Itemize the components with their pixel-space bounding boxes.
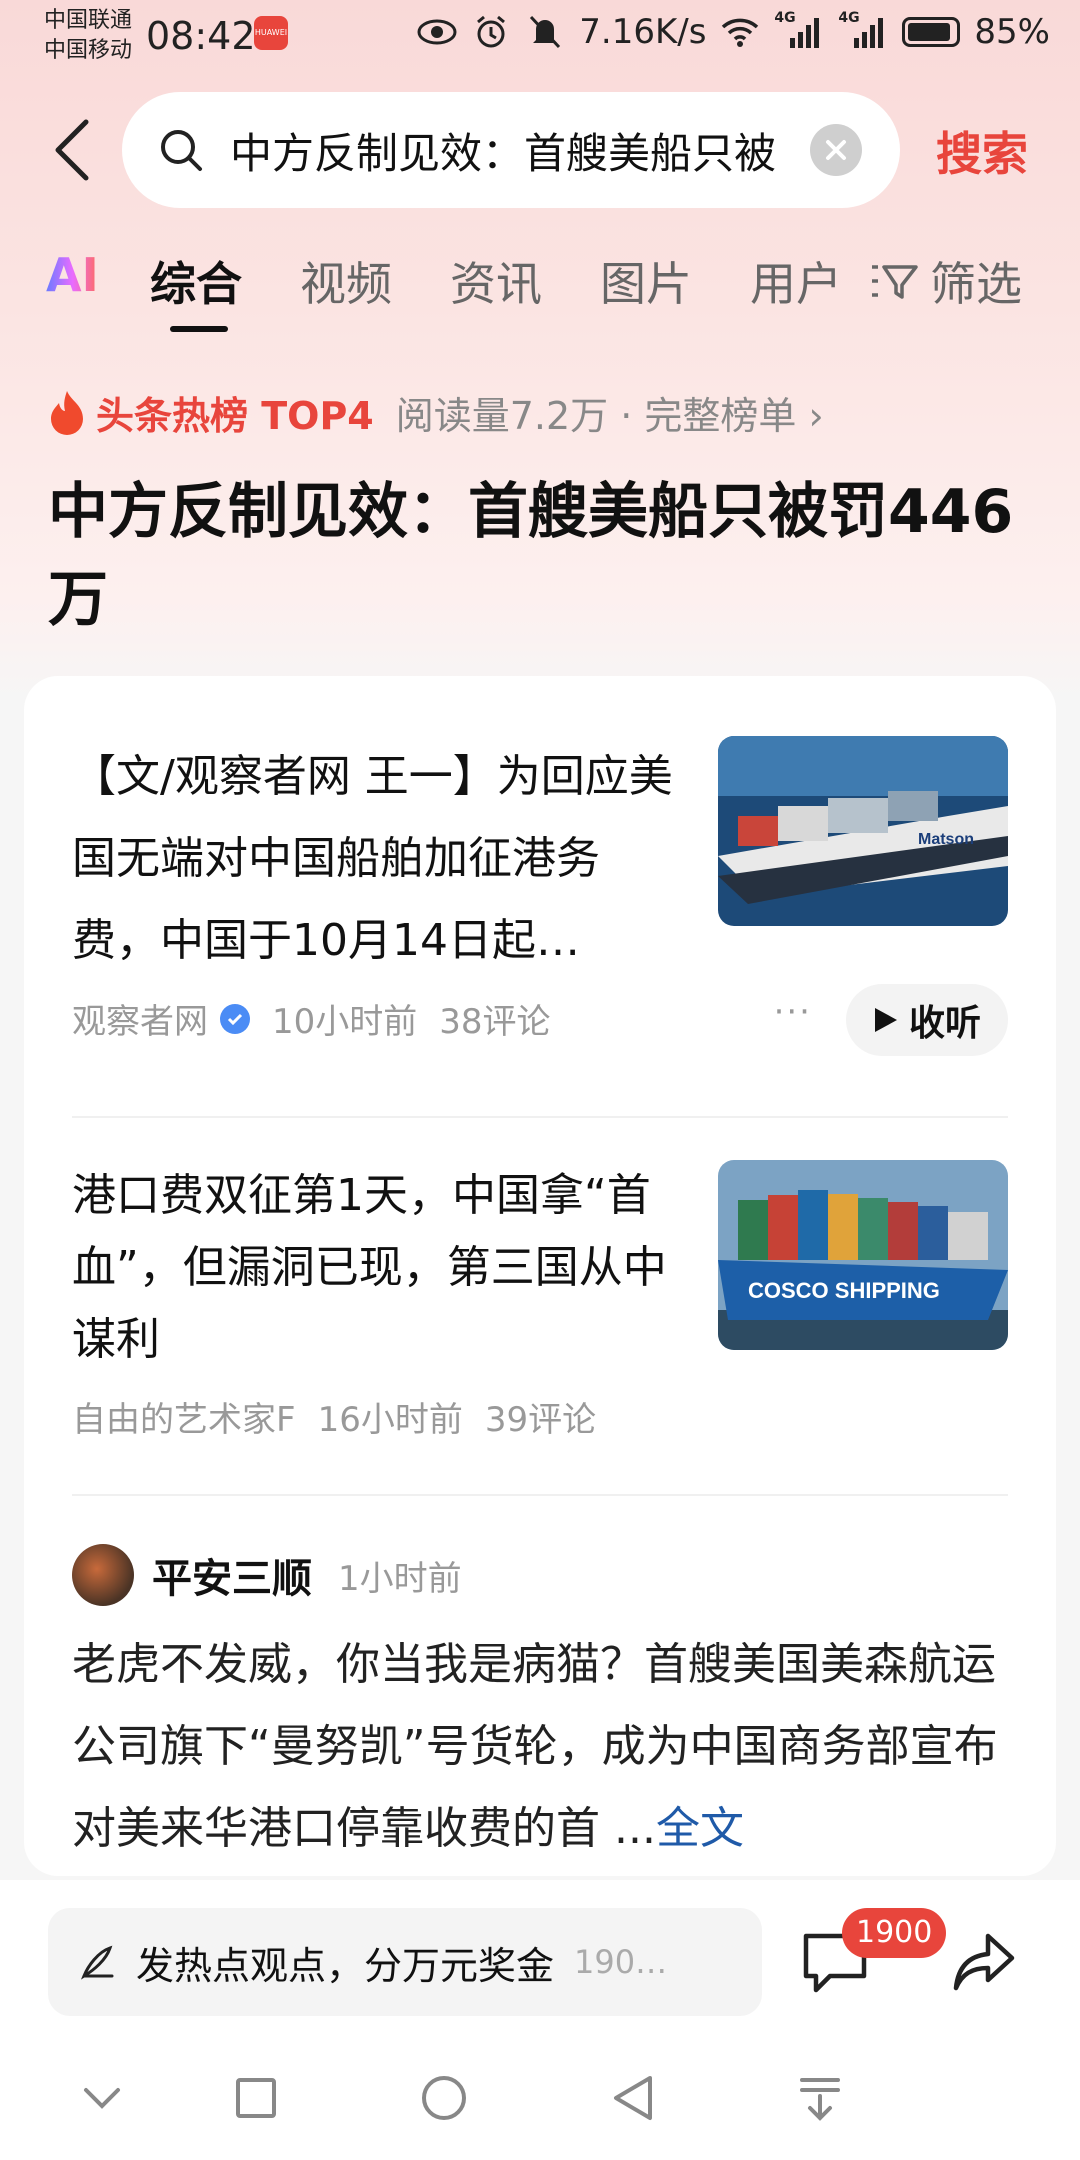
article-meta: 自由的艺术家F 16小时前 39评论 [72, 1392, 596, 1441]
nav-collapse-button[interactable] [76, 2072, 128, 2124]
hot-ranking-label: 头条热榜 TOP4 [96, 394, 374, 438]
fire-icon [51, 390, 83, 435]
article-source[interactable]: 自由的艺术家F [72, 1392, 296, 1441]
verified-icon [220, 1003, 250, 1034]
article-time: 16小时前 [317, 1400, 463, 1440]
article-thumbnail-ship[interactable]: Matson [718, 736, 1008, 926]
post-username[interactable]: 平安三顺 [152, 1546, 312, 1604]
eye-icon [417, 14, 457, 50]
comment-input[interactable]: 发热点观点，分万元奖金 190… [48, 1908, 762, 2016]
article-meta: 观察者网 10小时前 38评论 [72, 994, 551, 1043]
post-text: 老虎不发威，你当我是病猫？首艘美国美森航运公司旗下“曼努凯”号货轮，成为中国商务… [72, 1639, 998, 1854]
status-icons: 7.16K/s 4G 4G 85% [417, 10, 1050, 52]
alarm-icon [471, 14, 511, 50]
article-item[interactable]: 【文/观察者网 王一】为回应美国无端对中国船舶加征港务费，中国于10月14日起…… [72, 736, 1008, 1056]
huawei-app-icon: HUAWEI [254, 16, 288, 50]
chevron-down-icon [84, 2088, 120, 2109]
tab-filter[interactable]: 筛选 [868, 248, 1022, 314]
square-icon [236, 2078, 276, 2118]
ship-hull-text: Matson [918, 831, 974, 848]
more-options-button[interactable]: ··· [774, 992, 812, 1032]
battery-level: 85% [974, 12, 1050, 52]
wifi-icon [720, 14, 760, 50]
search-tabs: AI 综合 视频 资讯 图片 用户 筛选 [0, 248, 1080, 338]
carrier-1: 中国联通 [44, 8, 133, 33]
back-button[interactable] [48, 110, 96, 190]
hot-ranking-line[interactable]: 头条热榜 TOP4 阅读量7.2万 · 完整榜单 › [46, 385, 824, 440]
network-speed: 7.16K/s [579, 12, 707, 52]
search-box[interactable]: 中方反制见效：首艘美船只被 [122, 92, 900, 208]
search-icon [161, 130, 202, 171]
nav-menu-button[interactable] [794, 2072, 846, 2124]
tab-video[interactable]: 视频 [300, 248, 392, 314]
tab-users[interactable]: 用户 [750, 248, 842, 314]
play-icon [874, 1008, 897, 1032]
active-tab-indicator [170, 326, 228, 332]
divider [72, 1116, 1008, 1118]
article-source[interactable]: 观察者网 [72, 994, 208, 1043]
comment-placeholder-extra: 190… [574, 1943, 668, 1981]
article-comments: 39评论 [484, 1400, 597, 1440]
signal-1-icon: 4G [774, 10, 824, 50]
carrier-2: 中国移动 [44, 38, 133, 63]
article-comments: 38评论 [439, 1002, 551, 1042]
read-full-link[interactable]: 全文 [656, 1803, 744, 1854]
tab-filter-label: 筛选 [930, 257, 1022, 311]
action-bar: 发热点观点，分万元奖金 190… 1900 [0, 1880, 1080, 2020]
article-title[interactable]: 港口费双征第1天，中国拿“首血”，但漏洞已现，第三国从中谋利 [72, 1160, 682, 1376]
nav-home-button[interactable] [418, 2072, 470, 2124]
tab-images[interactable]: 图片 [600, 248, 692, 314]
listen-button[interactable]: 收听 [846, 984, 1008, 1056]
mute-icon [525, 14, 565, 50]
article-thumbnail-ship[interactable]: COSCO SHIPPING [718, 1160, 1008, 1350]
search-input[interactable]: 中方反制见效：首艘美船只被 [230, 120, 790, 181]
nav-back-button[interactable] [606, 2072, 658, 2124]
carrier-info: 中国联通 中国移动 [44, 6, 132, 66]
post-time: 1小时前 [338, 1558, 462, 1599]
clear-search-button[interactable] [810, 124, 862, 176]
back-arrow-icon [55, 119, 89, 181]
tab-comprehensive[interactable]: 综合 [150, 248, 242, 314]
status-time: 08:42 [146, 14, 256, 58]
results-card: 【文/观察者网 王一】为回应美国无端对中国船舶加征港务费，中国于10月14日起…… [24, 676, 1056, 1876]
listen-label: 收听 [908, 1003, 981, 1044]
network-type-2: 4G [838, 10, 860, 26]
tab-news[interactable]: 资讯 [450, 248, 542, 314]
post-body[interactable]: 老虎不发威，你当我是病猫？首艘美国美森航运公司旗下“曼努凯”号货轮，成为中国商务… [72, 1624, 1022, 1870]
nav-recents-button[interactable] [230, 2072, 282, 2124]
divider [72, 1494, 1008, 1496]
comment-placeholder: 发热点观点，分万元奖金 [136, 1943, 555, 1988]
share-icon[interactable] [952, 1930, 1016, 1994]
page-title: 中方反制见效：首艘美船只被罚446万 [48, 477, 1014, 635]
article-title[interactable]: 【文/观察者网 王一】为回应美国无端对中国船舶加征港务费，中国于10月14日起… [72, 736, 682, 982]
avatar[interactable] [72, 1544, 134, 1606]
circle-icon [422, 2076, 466, 2120]
tab-ai[interactable]: AI [46, 248, 99, 302]
status-bar: 中国联通 中国移动 08:42 HUAWEI 7.16K/s 4G 4G 85% [0, 0, 1080, 76]
system-nav-bar [0, 2020, 1080, 2160]
comment-count-badge: 1900 [842, 1908, 947, 1958]
article-item[interactable]: 港口费双征第1天，中国拿“首血”，但漏洞已现，第三国从中谋利 COSCO SHI… [72, 1160, 1008, 1460]
pull-down-icon [800, 2078, 840, 2121]
signal-2-icon: 4G [838, 10, 888, 50]
network-type-1: 4G [774, 10, 796, 26]
filter-icon [872, 265, 918, 299]
article-time: 10小时前 [272, 1002, 418, 1042]
battery-icon [902, 17, 961, 47]
ship-hull-text: COSCO SHIPPING [748, 1278, 940, 1303]
pen-icon [80, 1945, 114, 1980]
read-count-link[interactable]: 阅读量7.2万 · 完整榜单 › [396, 385, 824, 440]
triangle-back-icon [614, 2076, 652, 2120]
post-header: 平安三顺 1小时前 [72, 1544, 462, 1606]
close-icon [826, 140, 846, 160]
search-button[interactable]: 搜索 [936, 118, 1028, 184]
